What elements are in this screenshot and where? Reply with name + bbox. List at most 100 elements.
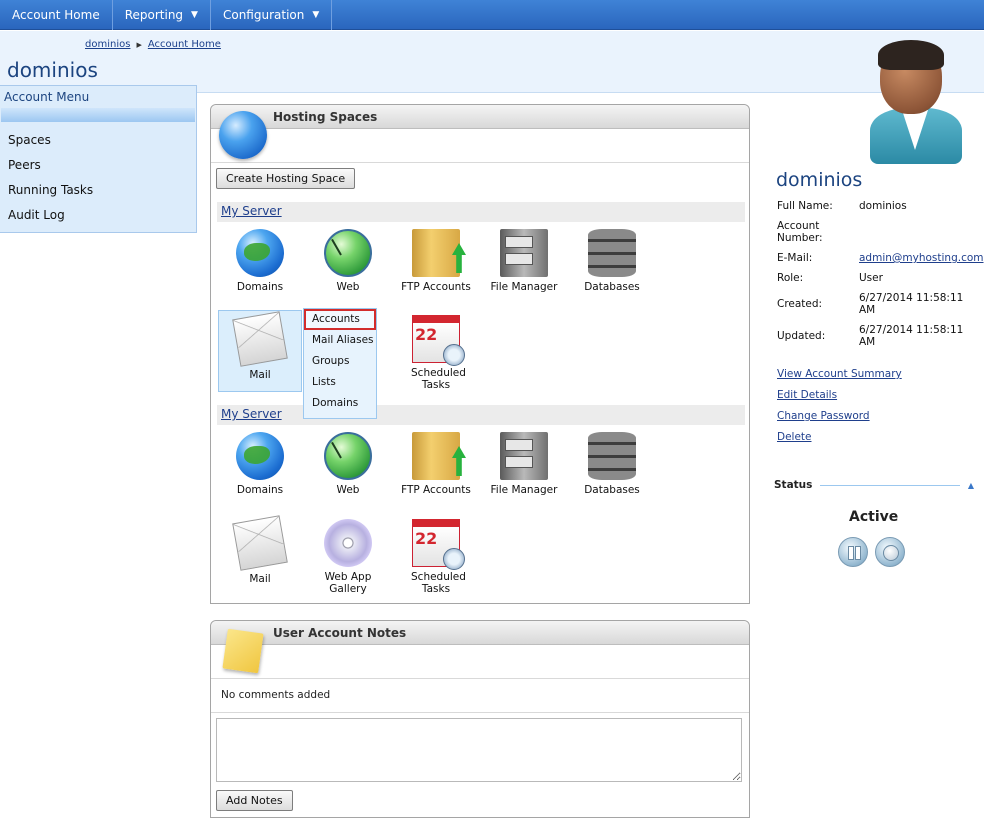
tile-label: Web <box>336 281 360 293</box>
breadcrumb-dominios[interactable]: dominios <box>85 39 130 50</box>
server-header: My Server <box>217 202 745 222</box>
change-password-link[interactable]: Change Password <box>777 410 902 422</box>
panel-icon-row <box>211 111 749 163</box>
create-hosting-space-button[interactable]: Create Hosting Space <box>216 168 356 189</box>
tile-file-manager[interactable]: File Manager <box>482 432 566 496</box>
detail-key: Updated: <box>777 330 826 342</box>
tile-label: Domains <box>236 484 284 496</box>
mail-menu-lists[interactable]: Lists <box>304 372 376 393</box>
calendar-clock-icon <box>412 315 465 366</box>
nav-account-home[interactable]: Account Home <box>0 0 113 30</box>
ftp-folder-icon <box>412 432 460 480</box>
page-title: dominios <box>7 58 98 82</box>
menu-item-running-tasks[interactable]: Running Tasks <box>8 182 196 207</box>
calendar-clock-icon <box>412 519 465 570</box>
globe-icon <box>219 111 267 159</box>
mail-dropdown-menu: Accounts Mail Aliases Groups Lists Domai… <box>303 308 377 419</box>
detail-value: dominios <box>859 200 907 212</box>
detail-key: E-Mail: <box>777 252 813 264</box>
pause-button[interactable] <box>838 537 868 567</box>
breadcrumb-account-home[interactable]: Account Home <box>148 39 221 50</box>
tile-file-manager[interactable]: File Manager <box>482 229 566 293</box>
database-icon <box>588 229 636 277</box>
server-link[interactable]: My Server <box>221 407 282 421</box>
globe-icon <box>236 229 284 277</box>
tile-web-app-gallery[interactable]: Web App Gallery <box>306 519 390 595</box>
web-icon <box>324 432 372 480</box>
web-icon <box>324 229 372 277</box>
detail-value <box>859 220 977 244</box>
tile-ftp-accounts[interactable]: FTP Accounts <box>394 432 478 496</box>
detail-row: Role: User <box>777 272 977 284</box>
tile-mail[interactable]: Mail <box>218 515 302 585</box>
account-details: Full Name: dominios Account Number: E-Mai… <box>777 200 984 356</box>
status-header: Status ▲ <box>774 479 974 491</box>
stop-button[interactable] <box>875 537 905 567</box>
nav-label: Account Home <box>12 7 100 22</box>
globe-icon <box>236 432 284 480</box>
detail-row: Created: 6/27/2014 11:58:11 AM <box>777 292 977 316</box>
no-comments-text: No comments added <box>211 679 749 713</box>
mail-menu-domains[interactable]: Domains <box>304 393 376 414</box>
menu-item-spaces[interactable]: Spaces <box>8 132 196 157</box>
nav-label: Reporting <box>124 7 184 22</box>
tile-databases[interactable]: Databases <box>570 432 654 496</box>
account-menu-bar <box>1 108 195 122</box>
status-divider <box>820 484 960 486</box>
notes-title: User Account Notes <box>211 621 749 645</box>
tile-domains[interactable]: Domains <box>218 229 302 293</box>
mail-menu-groups[interactable]: Groups <box>304 351 376 372</box>
tile-label: FTP Accounts <box>401 281 471 293</box>
mail-menu-mail-aliases[interactable]: Mail Aliases <box>304 330 376 351</box>
tile-label: Web <box>336 484 360 496</box>
file-cabinet-icon <box>500 229 548 277</box>
tile-label: Databases <box>584 281 640 293</box>
tile-scheduled-tasks[interactable]: Scheduled Tasks <box>394 315 478 391</box>
tile-scheduled-tasks[interactable]: Scheduled Tasks <box>394 519 478 595</box>
email-link[interactable]: admin@myhosting.com <box>859 252 984 264</box>
nav-reporting[interactable]: Reporting ▼ <box>113 0 211 30</box>
detail-value: User <box>859 272 883 284</box>
mail-envelope-icon <box>232 311 288 367</box>
panel-icon-row <box>211 628 749 679</box>
notes-textarea[interactable] <box>216 718 742 782</box>
menu-item-peers[interactable]: Peers <box>8 157 196 182</box>
mail-menu-accounts[interactable]: Accounts <box>304 309 376 330</box>
tile-label: Databases <box>584 484 640 496</box>
account-menu: Account Menu Spaces Peers Running Tasks … <box>0 85 197 233</box>
user-account-notes-panel: User Account Notes No comments added Add… <box>210 620 750 818</box>
menu-item-audit-log[interactable]: Audit Log <box>8 207 196 232</box>
detail-key: Account Number: <box>777 220 823 244</box>
tile-label: Web App Gallery <box>324 571 372 595</box>
add-notes-button[interactable]: Add Notes <box>216 790 293 811</box>
status-title: Status <box>774 479 813 491</box>
cd-disc-icon <box>324 519 372 567</box>
server-header: My Server <box>217 405 745 425</box>
detail-row: Full Name: dominios <box>777 200 977 212</box>
database-icon <box>588 432 636 480</box>
tile-web[interactable]: Web <box>306 432 390 496</box>
collapse-up-icon[interactable]: ▲ <box>968 481 974 490</box>
nav-configuration[interactable]: Configuration ▼ <box>211 0 333 30</box>
tile-label: File Manager <box>490 484 558 496</box>
top-navigation: Account Home Reporting ▼ Configuration ▼ <box>0 0 984 30</box>
account-name: dominios <box>776 169 863 191</box>
tile-web[interactable]: Web <box>306 229 390 293</box>
detail-row: Updated: 6/27/2014 11:58:11 AM <box>777 324 977 348</box>
view-account-summary-link[interactable]: View Account Summary <box>777 368 902 380</box>
file-cabinet-icon <box>500 432 548 480</box>
server-link[interactable]: My Server <box>221 204 282 218</box>
edit-details-link[interactable]: Edit Details <box>777 389 902 401</box>
nav-label: Configuration <box>222 7 305 22</box>
detail-key: Full Name: <box>777 200 833 212</box>
tile-mail[interactable]: Mail <box>218 310 302 392</box>
tile-databases[interactable]: Databases <box>570 229 654 293</box>
tile-label: Domains <box>236 281 284 293</box>
tile-ftp-accounts[interactable]: FTP Accounts <box>394 229 478 293</box>
detail-value: 6/27/2014 11:58:11 AM <box>859 292 964 316</box>
tile-domains[interactable]: Domains <box>218 432 302 496</box>
hosting-spaces-title: Hosting Spaces <box>211 105 749 129</box>
delete-link[interactable]: Delete <box>777 431 902 443</box>
user-avatar <box>868 40 964 164</box>
account-menu-title: Account Menu <box>4 90 90 104</box>
